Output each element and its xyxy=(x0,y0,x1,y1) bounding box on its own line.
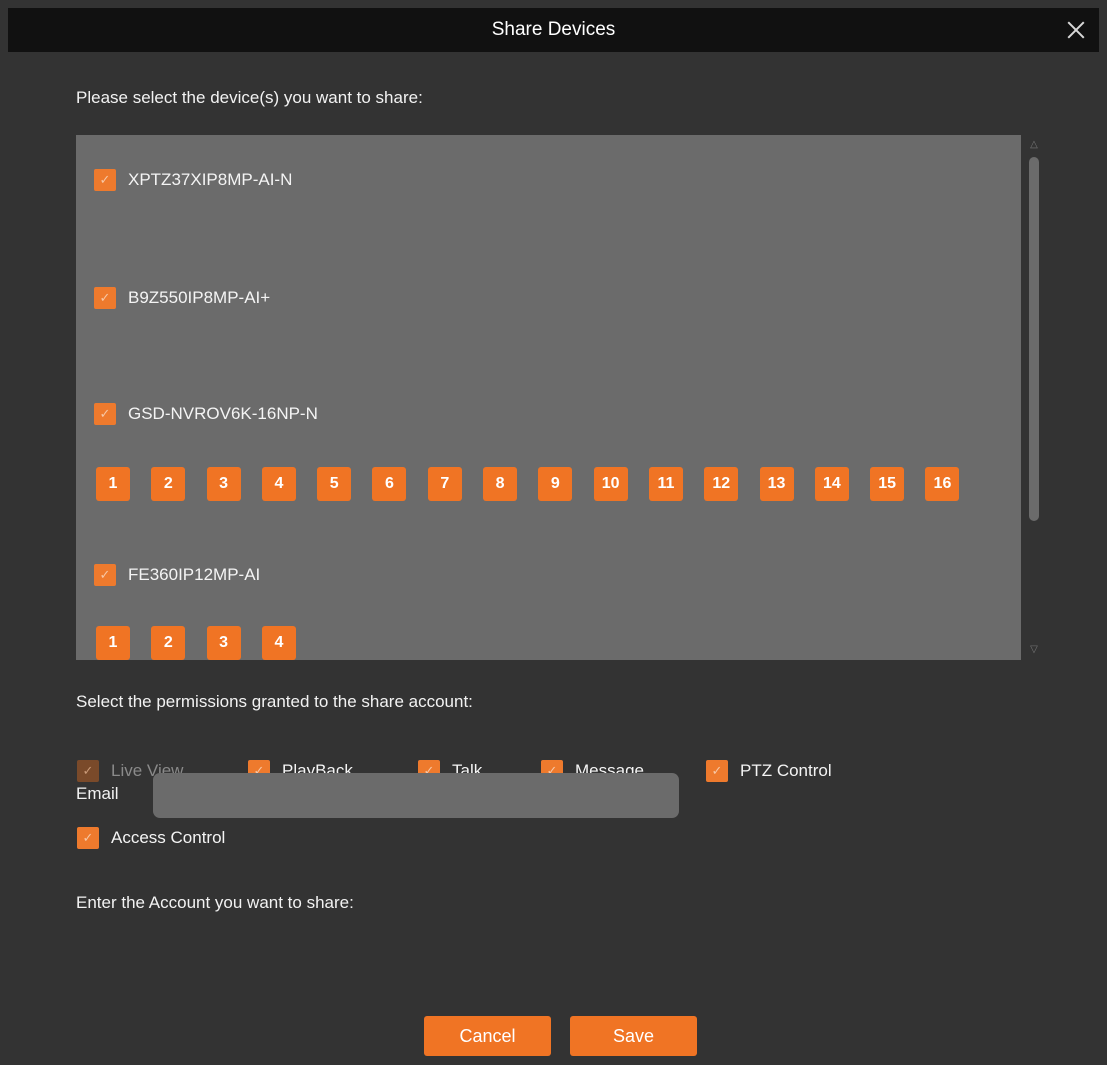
channel-button[interactable]: 8 xyxy=(483,467,518,501)
permission-label: PTZ Control xyxy=(740,761,832,780)
channel-button[interactable]: 12 xyxy=(704,467,739,501)
channel-button[interactable]: 6 xyxy=(372,467,407,501)
channel-button[interactable]: 10 xyxy=(593,467,628,501)
scroll-down-icon[interactable]: ▽ xyxy=(1028,644,1040,656)
device-item[interactable]: ✓ GSD-NVROV6K-16NP-N xyxy=(94,400,318,428)
device-checkbox[interactable]: ✓ xyxy=(94,564,116,586)
device-name: FE360IP12MP-AI xyxy=(128,565,261,584)
channel-button[interactable]: 3 xyxy=(206,467,241,501)
scrollbar-thumb[interactable] xyxy=(1029,157,1039,521)
channel-button[interactable]: 2 xyxy=(151,467,186,501)
channel-button[interactable]: 4 xyxy=(261,467,296,501)
channel-button[interactable]: 2 xyxy=(151,626,186,660)
dialog-title: Share Devices xyxy=(491,19,616,40)
permissions-prompt: Select the permissions granted to the sh… xyxy=(76,692,473,711)
channel-button[interactable]: 7 xyxy=(427,467,462,501)
device-checkbox[interactable]: ✓ xyxy=(94,403,116,425)
email-field[interactable] xyxy=(153,773,679,818)
channel-button[interactable]: 3 xyxy=(206,626,241,660)
permission-checkbox[interactable]: ✓ xyxy=(77,760,99,782)
channel-button[interactable]: 4 xyxy=(261,626,296,660)
channel-button[interactable]: 14 xyxy=(814,467,849,501)
save-button[interactable]: Save xyxy=(570,1016,697,1056)
device-name: B9Z550IP8MP-AI+ xyxy=(128,288,271,307)
permission-access-control[interactable]: ✓ Access Control xyxy=(77,825,225,851)
channel-button[interactable]: 16 xyxy=(925,467,960,501)
device-list[interactable]: ✓ XPTZ37XIP8MP-AI-N ✓ B9Z550IP8MP-AI+ ✓ … xyxy=(76,135,1021,660)
email-label: Email xyxy=(76,784,119,803)
account-prompt: Enter the Account you want to share: xyxy=(76,893,354,912)
device-name: GSD-NVROV6K-16NP-N xyxy=(128,404,318,423)
device-item[interactable]: ✓ FE360IP12MP-AI xyxy=(94,561,260,589)
cancel-button[interactable]: Cancel xyxy=(424,1016,551,1056)
dialog-titlebar: Share Devices xyxy=(8,8,1099,52)
channel-button[interactable]: 11 xyxy=(648,467,683,501)
scroll-up-icon[interactable]: △ xyxy=(1028,139,1040,151)
channel-button[interactable]: 15 xyxy=(870,467,905,501)
channel-list: 1 2 3 4 xyxy=(96,626,317,660)
device-name: XPTZ37XIP8MP-AI-N xyxy=(128,170,293,189)
channel-button[interactable]: 5 xyxy=(317,467,352,501)
device-item[interactable]: ✓ XPTZ37XIP8MP-AI-N xyxy=(94,166,292,194)
permission-label: Access Control xyxy=(111,828,226,847)
channel-button[interactable]: 13 xyxy=(759,467,794,501)
devices-prompt: Please select the device(s) you want to … xyxy=(76,88,423,107)
device-checkbox[interactable]: ✓ xyxy=(94,169,116,191)
device-checkbox[interactable]: ✓ xyxy=(94,287,116,309)
channel-list: 1 2 3 4 5 6 7 8 9 10 11 12 13 14 15 16 xyxy=(96,467,981,501)
close-icon[interactable] xyxy=(1063,17,1089,43)
channel-button[interactable]: 9 xyxy=(538,467,573,501)
permission-checkbox[interactable]: ✓ xyxy=(706,760,728,782)
device-item[interactable]: ✓ B9Z550IP8MP-AI+ xyxy=(94,284,270,312)
device-list-scrollbar[interactable]: △ ▽ xyxy=(1026,135,1042,660)
channel-button[interactable]: 1 xyxy=(96,626,130,660)
permission-ptz-control[interactable]: ✓ PTZ Control xyxy=(706,758,832,784)
permission-checkbox[interactable]: ✓ xyxy=(77,827,99,849)
channel-button[interactable]: 1 xyxy=(96,467,130,501)
